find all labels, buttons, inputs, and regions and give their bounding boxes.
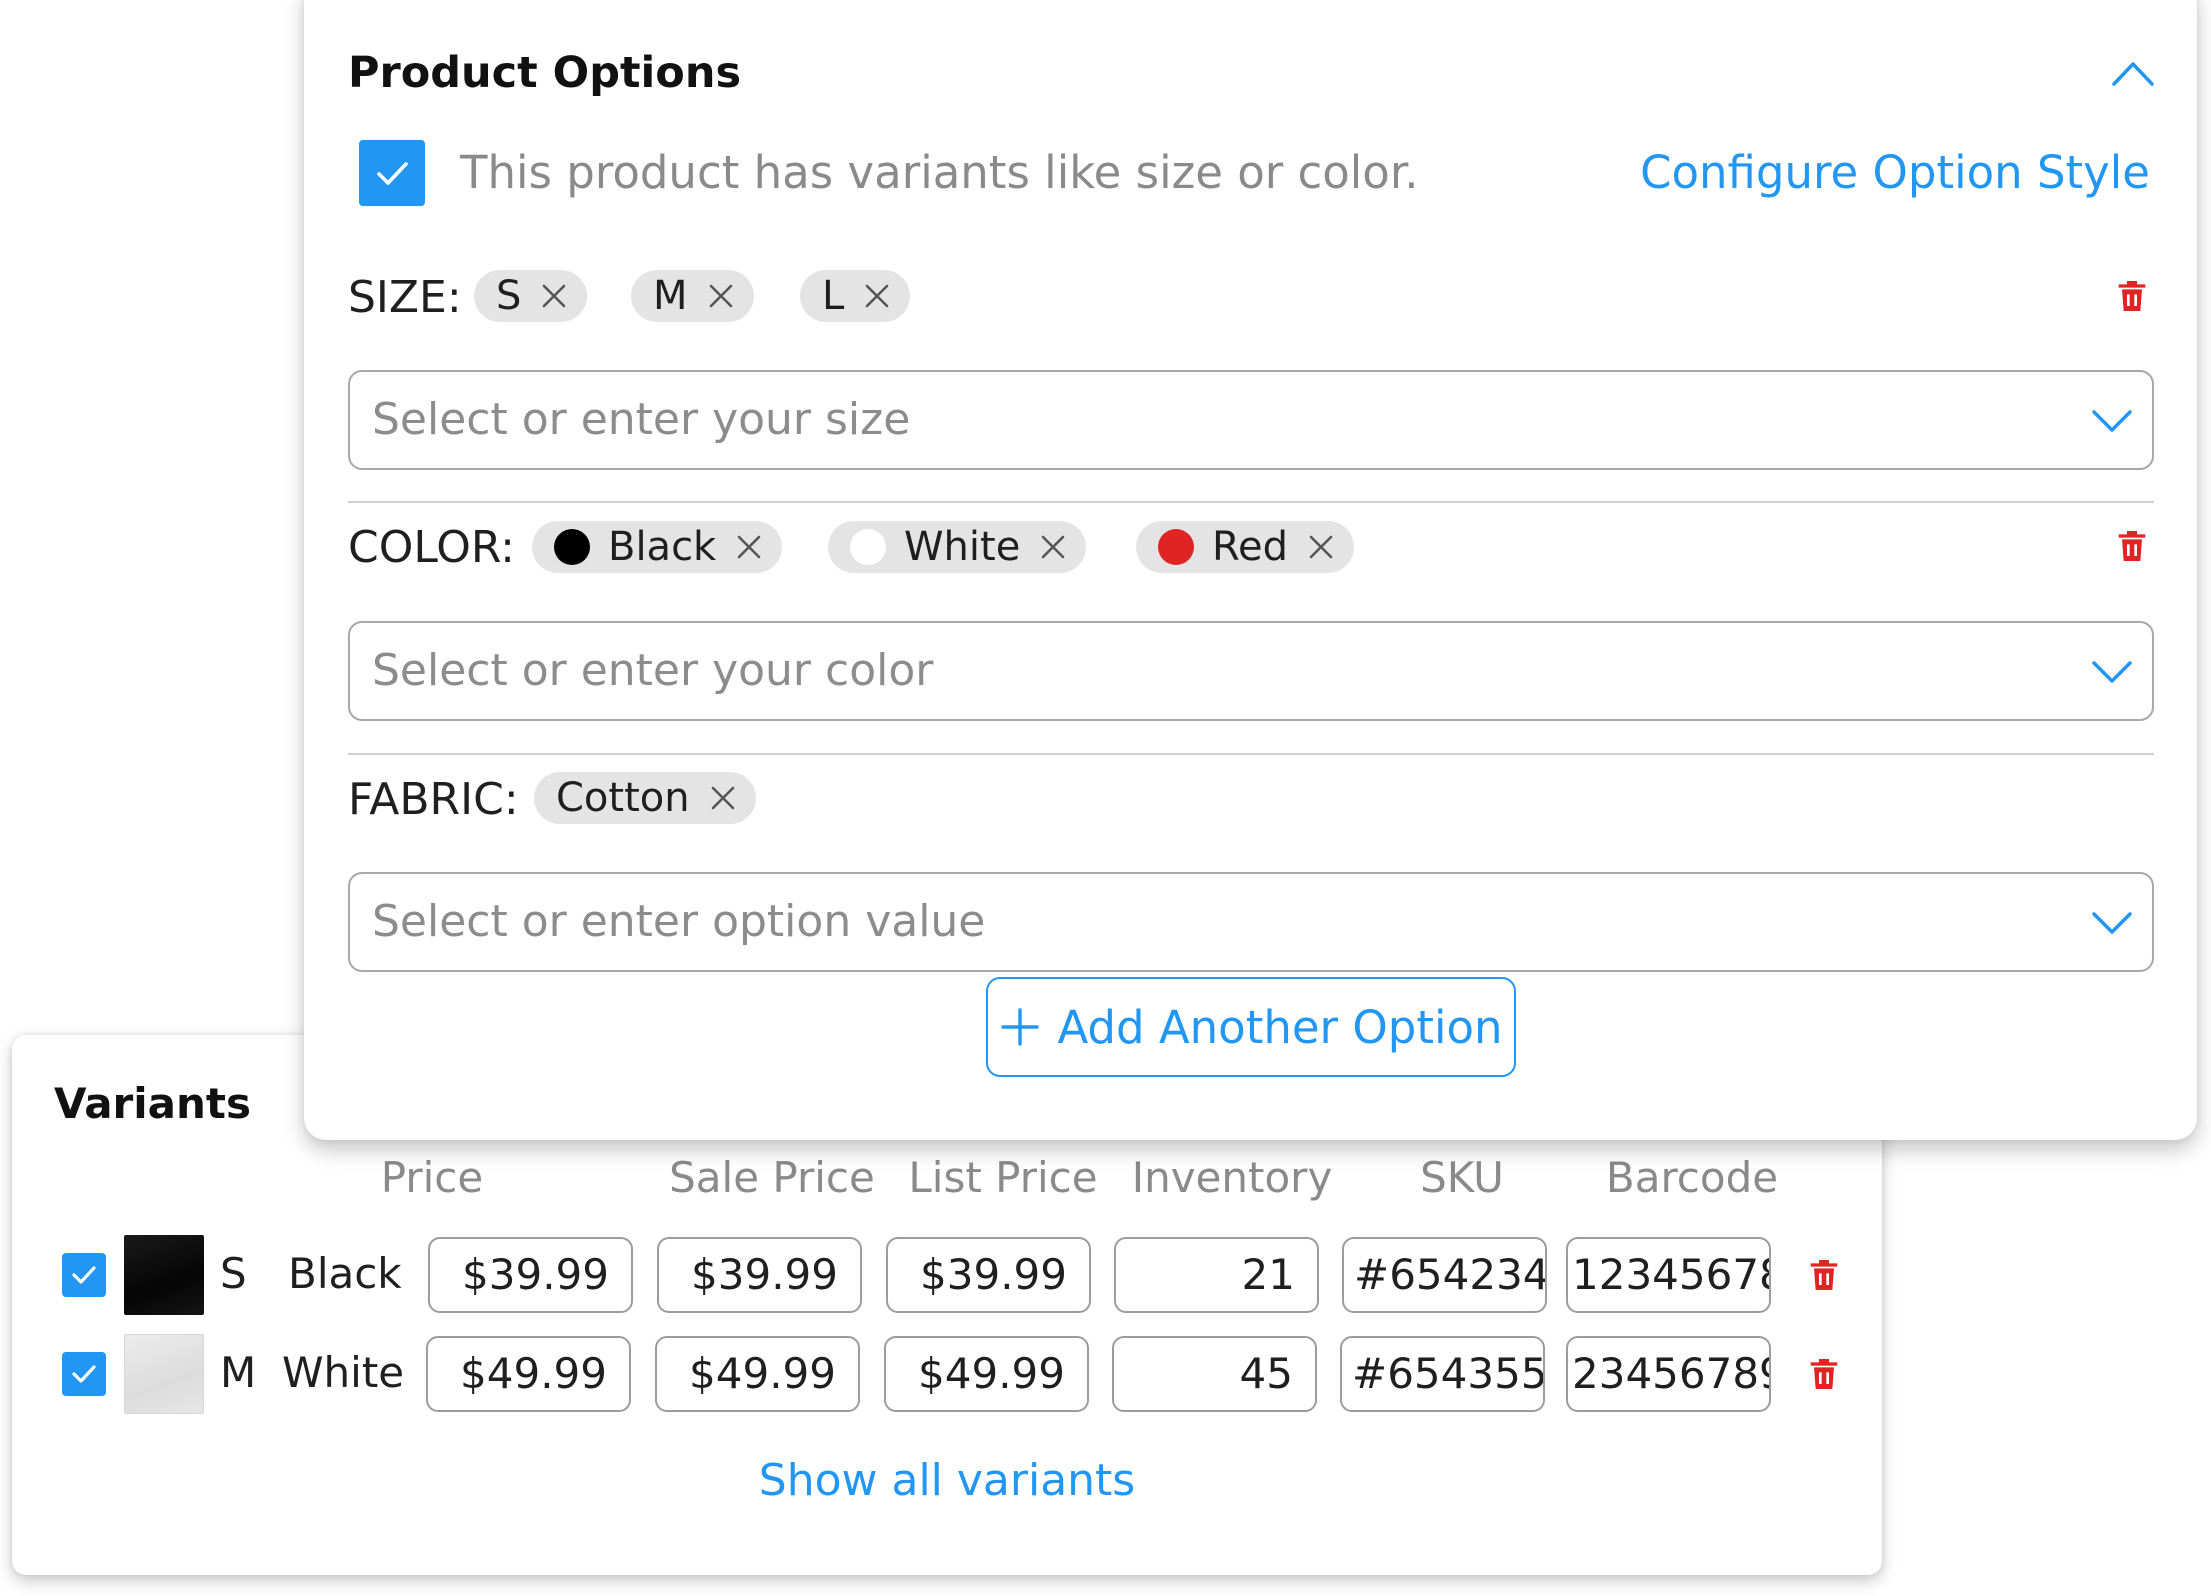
size-select-placeholder: Select or enter your size xyxy=(372,394,911,445)
column-header-inventory: Inventory xyxy=(1131,1153,1333,1202)
option-chip: Red xyxy=(1136,521,1354,573)
inventory-input[interactable]: 45 xyxy=(1112,1336,1317,1412)
has-variants-checkbox[interactable] xyxy=(359,140,425,206)
chip-label: M xyxy=(653,273,688,319)
variant-size: S xyxy=(220,1249,247,1298)
column-header-sale-price: Sale Price xyxy=(669,1153,875,1202)
divider xyxy=(348,753,2154,755)
option-chip: M xyxy=(631,270,754,322)
price-input[interactable]: $49.99 xyxy=(426,1336,631,1412)
add-another-option-label: Add Another Option xyxy=(1057,1000,1503,1054)
close-icon[interactable] xyxy=(1304,530,1338,564)
fabric-select-placeholder: Select or enter option value xyxy=(372,896,986,947)
chevron-up-icon[interactable] xyxy=(2110,58,2156,88)
barcode-input[interactable]: 12345678 xyxy=(1566,1237,1771,1313)
close-icon[interactable] xyxy=(537,279,571,313)
close-icon[interactable] xyxy=(706,781,740,815)
variants-title: Variants xyxy=(54,1079,251,1128)
variant-color: White xyxy=(282,1348,405,1397)
column-header-price: Price xyxy=(380,1153,484,1202)
size-select[interactable]: Select or enter your size xyxy=(348,370,2154,470)
checkmark-icon xyxy=(72,1266,96,1284)
variant-size: M xyxy=(220,1348,257,1397)
chip-label: S xyxy=(496,273,522,319)
option-label-color: COLOR: xyxy=(348,522,515,573)
chevron-down-icon[interactable] xyxy=(2090,908,2134,938)
color-select[interactable]: Select or enter your color xyxy=(348,621,2154,721)
chip-label: L xyxy=(822,273,845,319)
trash-icon[interactable] xyxy=(1804,1354,1844,1394)
option-chip: Black xyxy=(532,521,783,573)
option-chip: White xyxy=(828,521,1087,573)
checkmark-icon xyxy=(377,162,408,185)
column-header-list-price: List Price xyxy=(908,1153,1098,1202)
color-swatch-red xyxy=(1158,529,1194,565)
color-swatch-black xyxy=(554,529,590,565)
close-icon[interactable] xyxy=(1036,530,1070,564)
option-chip: Cotton xyxy=(534,772,756,824)
divider xyxy=(348,501,2154,503)
inventory-input[interactable]: 21 xyxy=(1114,1237,1319,1313)
trash-icon[interactable] xyxy=(1804,1255,1844,1295)
list-price-input[interactable]: $49.99 xyxy=(884,1336,1089,1412)
option-label-size: SIZE: xyxy=(348,272,462,323)
variant-thumbnail xyxy=(124,1235,204,1315)
variant-checkbox[interactable] xyxy=(62,1352,106,1396)
variant-thumbnail xyxy=(124,1334,204,1414)
chip-label: Cotton xyxy=(556,775,690,821)
chip-label: Red xyxy=(1212,524,1288,570)
close-icon[interactable] xyxy=(732,530,766,564)
checkmark-icon xyxy=(72,1365,96,1383)
trash-icon[interactable] xyxy=(2112,276,2152,316)
price-input[interactable]: $39.99 xyxy=(428,1237,633,1313)
sale-price-input[interactable]: $49.99 xyxy=(655,1336,860,1412)
barcode-input[interactable]: 23456789 xyxy=(1566,1336,1771,1412)
has-variants-label: This product has variants like size or c… xyxy=(460,146,1419,199)
option-chip: S xyxy=(474,270,588,322)
product-options-title: Product Options xyxy=(348,48,742,98)
chip-label: White xyxy=(904,524,1021,570)
sku-input[interactable]: #654234 xyxy=(1342,1237,1547,1313)
close-icon[interactable] xyxy=(704,279,738,313)
sale-price-input[interactable]: $39.99 xyxy=(657,1237,862,1313)
fabric-select[interactable]: Select or enter option value xyxy=(348,872,2154,972)
close-icon[interactable] xyxy=(860,279,894,313)
plus-icon xyxy=(1001,1008,1040,1046)
add-another-option-button[interactable]: Add Another Option xyxy=(986,977,1516,1077)
column-header-barcode: Barcode xyxy=(1605,1153,1779,1202)
option-chip: L xyxy=(800,270,911,322)
show-all-variants-link[interactable]: Show all variants xyxy=(12,1455,1882,1506)
product-options-card: Product Options This product has variant… xyxy=(304,0,2197,1140)
option-label-fabric: FABRIC: xyxy=(348,774,519,825)
variant-checkbox[interactable] xyxy=(62,1253,106,1297)
variant-row: M White $49.99 $49.99 $49.99 45 #654355 … xyxy=(12,1334,1882,1414)
configure-option-style-link[interactable]: Configure Option Style xyxy=(1640,146,2150,199)
column-header-sku: SKU xyxy=(1420,1153,1504,1202)
color-swatch-white xyxy=(850,529,886,565)
trash-icon[interactable] xyxy=(2112,526,2152,566)
sku-input[interactable]: #654355 xyxy=(1340,1336,1545,1412)
color-select-placeholder: Select or enter your color xyxy=(372,645,934,696)
chip-label: Black xyxy=(608,524,717,570)
variant-color: Black xyxy=(288,1249,402,1298)
variant-row: S Black $39.99 $39.99 $39.99 21 #654234 … xyxy=(12,1235,1882,1315)
chevron-down-icon[interactable] xyxy=(2090,406,2134,436)
list-price-input[interactable]: $39.99 xyxy=(886,1237,1091,1313)
chevron-down-icon[interactable] xyxy=(2090,657,2134,687)
